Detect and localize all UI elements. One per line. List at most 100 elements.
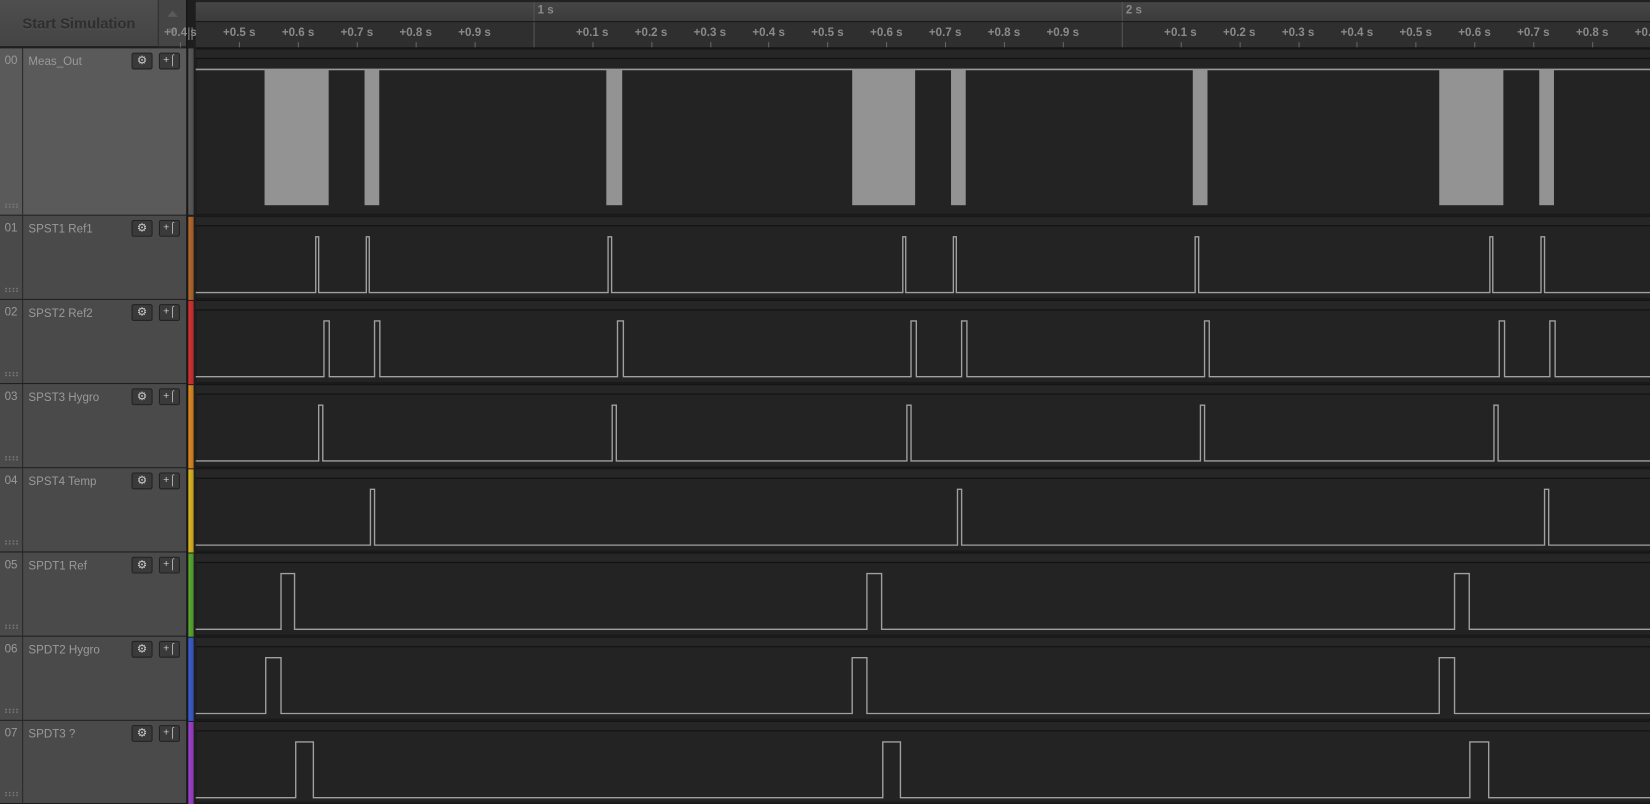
drag-grip-icon[interactable] [4, 791, 19, 797]
major-tick [533, 2, 535, 22]
gear-icon[interactable]: ⚙ [131, 640, 153, 658]
minor-tick [945, 42, 947, 48]
gear-icon[interactable]: ⚙ [131, 388, 153, 406]
major-tick-line [533, 22, 535, 48]
timeline-major-ruler[interactable]: 1 s 2 s [195, 0, 1650, 22]
minor-tick-label: +0.5 s [1399, 26, 1432, 39]
channel-label-00[interactable]: 00 Meas_Out ⚙ +⌠ [0, 48, 187, 216]
gear-icon[interactable]: ⚙ [131, 219, 153, 237]
minor-tick [1415, 42, 1417, 48]
channel-color-bar [188, 216, 194, 300]
trigger-edge-icon[interactable]: +⌠ [158, 52, 180, 70]
minor-tick-label: +0.5 s [222, 26, 256, 39]
channel-name[interactable]: SPST1 Ref1 [28, 223, 92, 236]
channel-label-06[interactable]: 06 SPDT2 Hygro ⚙ +⌠ [0, 636, 187, 721]
minor-tick-label: +0.1 s [575, 26, 609, 39]
dense-activity-block [852, 69, 916, 206]
trigger-edge-icon[interactable]: +⌠ [158, 725, 180, 742]
trigger-edge-icon[interactable]: +⌠ [158, 219, 180, 237]
drag-grip-icon[interactable] [4, 624, 19, 630]
channel-label-07[interactable]: 07 SPDT3 ? ⚙ +⌠ [0, 720, 187, 804]
channel-name[interactable]: SPST4 Temp [28, 476, 96, 489]
gear-icon[interactable]: ⚙ [131, 556, 153, 574]
drag-grip-icon[interactable] [4, 287, 19, 293]
minor-tick [592, 42, 594, 48]
dense-activity-block [1192, 69, 1208, 206]
channel-number: 00 [0, 48, 24, 215]
start-simulation-button[interactable]: Start Simulation [0, 0, 159, 48]
minor-tick [180, 42, 182, 48]
gear-icon[interactable]: ⚙ [131, 304, 153, 321]
drag-grip-icon[interactable] [4, 203, 19, 209]
signal-waveform-04 [195, 488, 1650, 546]
trigger-edge-icon[interactable]: +⌠ [158, 304, 180, 321]
channel-header-strip [195, 636, 1650, 648]
minor-tick-label: +0.3 s [1281, 26, 1315, 39]
channel-label-04[interactable]: 04 SPST4 Temp ⚙ +⌠ [0, 468, 187, 553]
minor-tick [1533, 42, 1535, 48]
drag-grip-icon[interactable] [4, 539, 19, 546]
timeline-drag-handle[interactable] [188, 21, 193, 48]
channel-label-03[interactable]: 03 SPST3 Hygro ⚙ +⌠ [0, 384, 187, 469]
channel-name[interactable]: SPST2 Ref2 [28, 307, 92, 320]
channel-label-01[interactable]: 01 SPST1 Ref1 ⚙ +⌠ [0, 215, 187, 300]
gear-icon[interactable]: ⚙ [131, 52, 153, 70]
major-tick [1121, 2, 1123, 22]
minor-tick-label: +0.8 s [399, 26, 432, 39]
dense-activity-block [1539, 69, 1554, 206]
channel-name[interactable]: SPST3 Hygro [28, 391, 99, 404]
minor-tick [415, 42, 417, 48]
signal-waveform-02 [195, 320, 1650, 378]
trigger-edge-icon[interactable]: +⌠ [158, 388, 180, 406]
minor-tick [1003, 42, 1006, 48]
channel-header-strip [195, 384, 1650, 395]
channel-name[interactable]: SPDT2 Hygro [28, 644, 99, 657]
channel-name[interactable]: SPDT1 Ref [28, 560, 87, 573]
channel-color-bar [188, 300, 194, 385]
timeline-minor-ruler[interactable]: +0.4 s +0.5 s +0.6 s +0.7 s +0.8 s +0.9 s +0.1… [164, 21, 1650, 49]
minor-tick [1356, 42, 1358, 48]
dense-activity-block [606, 69, 623, 206]
minor-tick-label: +0.7 s [928, 26, 962, 39]
minor-tick [1592, 42, 1594, 48]
gear-icon[interactable]: ⚙ [131, 725, 153, 742]
channel-name[interactable]: Meas_Out [28, 56, 81, 69]
drag-grip-icon[interactable] [4, 371, 19, 377]
minor-tick [651, 42, 653, 48]
minor-tick-label: +0.7 s [1517, 26, 1550, 39]
minor-tick [1062, 42, 1064, 48]
channel-color-bar [188, 637, 194, 721]
minor-tick-label: +0.4 s [1340, 26, 1374, 39]
minor-tick-label: +0.1 s [1164, 26, 1197, 39]
minor-tick [768, 42, 770, 48]
trigger-edge-icon[interactable]: +⌠ [158, 472, 180, 490]
drag-grip-icon[interactable] [4, 708, 19, 714]
signal-waveform-07 [195, 741, 1650, 799]
drag-grip-icon[interactable] [4, 455, 19, 461]
simulation-spinner[interactable] [158, 0, 187, 48]
minor-tick-label: +0.3 s [693, 26, 727, 39]
waveform-canvas [195, 68, 1650, 799]
major-tick-label: 1 s [537, 4, 554, 17]
channel-name[interactable]: SPDT3 ? [28, 728, 75, 741]
trigger-edge-icon[interactable]: +⌠ [158, 556, 180, 574]
channel-header-strip [195, 48, 1650, 59]
channel-header-strip [195, 215, 1650, 227]
triangle-up-icon[interactable] [167, 10, 178, 17]
minor-tick-label: +0.5 s [811, 26, 844, 39]
minor-tick-label: +0.6 s [281, 26, 315, 39]
channel-color-bar [188, 48, 194, 215]
channel-label-02[interactable]: 02 SPST2 Ref2 ⚙ +⌠ [0, 299, 187, 385]
gear-icon[interactable]: ⚙ [131, 472, 153, 490]
logic-analyzer-window: Start Simulation 1 s 2 s +0.4 s +0.5 s +0.6… [0, 0, 1650, 804]
dense-activity-block [264, 69, 329, 206]
dense-activity-block [951, 69, 966, 206]
signal-waveform-01 [195, 236, 1650, 294]
channel-label-05[interactable]: 05 SPDT1 Ref ⚙ +⌠ [0, 552, 187, 637]
minor-tick [1239, 42, 1241, 48]
minor-tick [709, 42, 711, 48]
trigger-edge-icon[interactable]: +⌠ [158, 640, 180, 658]
dense-activity-block [364, 69, 380, 206]
major-tick-line [1121, 22, 1123, 48]
minor-tick-label: +0.2 s [634, 26, 668, 39]
